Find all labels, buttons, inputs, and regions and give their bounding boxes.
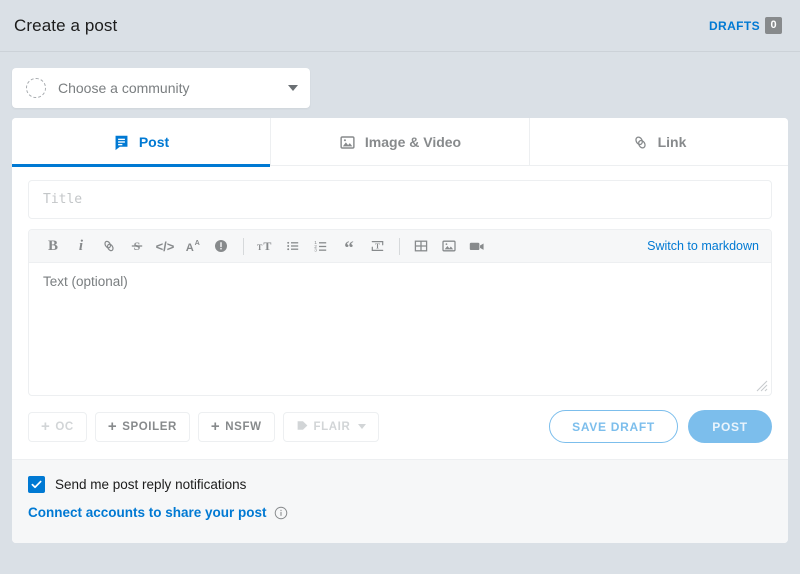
video-upload-icon[interactable] [465,234,489,258]
editor-toolbar: B i S </> A A T T 1 2 3 “ T Switch to ma… [29,230,771,263]
tab-image-video[interactable]: Image & Video [271,118,530,166]
tab-link-label: Link [657,134,687,150]
post-button[interactable]: POST [688,410,772,443]
switch-to-markdown-link[interactable]: Switch to markdown [647,239,761,253]
oc-tag-label: OC [55,420,74,433]
svg-text:3: 3 [314,247,317,253]
image-upload-icon[interactable] [437,234,461,258]
post-document-icon [113,134,130,151]
tab-post-label: Post [138,134,170,150]
tab-post[interactable]: Post [12,118,271,167]
rich-text-editor: B i S </> A A T T 1 2 3 “ T Switch to ma… [28,229,772,396]
create-post-page: Create a post DRAFTS 0 Choose a communit… [0,0,800,574]
page-title: Create a post [14,15,118,35]
svg-text:T: T [257,243,263,252]
plus-icon: + [41,418,51,435]
tab-image-video-label: Image & Video [364,134,462,150]
notify-checkbox[interactable] [28,476,45,493]
drafts-label[interactable]: DRAFTS [709,19,760,33]
post-body-placeholder: Text (optional) [43,274,128,289]
bold-icon[interactable]: B [41,234,65,258]
plus-icon: + [107,418,118,435]
community-selector[interactable]: Choose a community [12,68,310,108]
svg-text:A: A [186,242,194,254]
code-block-icon[interactable]: T [365,234,389,258]
connect-accounts-link[interactable]: Connect accounts to share your post [28,505,267,520]
bulleted-list-icon[interactable] [281,234,305,258]
table-icon[interactable] [409,234,433,258]
post-form: B i S </> [12,166,788,459]
numbered-list-icon[interactable]: 1 2 3 [309,234,333,258]
heading-icon[interactable]: T T [253,234,277,258]
create-post-card: Post Image & Video Link Title B i S </> … [12,118,788,543]
svg-text:T: T [375,242,380,250]
dashed-circle-avatar-icon [26,78,46,98]
connect-accounts-row: Connect accounts to share your post [28,505,772,520]
oc-tag-button[interactable]: + OC [28,411,87,442]
post-type-tabs: Post Image & Video Link [12,118,788,167]
plus-icon: + [210,418,221,435]
spoiler-tag-label: SPOILER [122,420,177,433]
nsfw-tag-label: NSFW [225,420,262,433]
italic-icon[interactable]: i [69,234,93,258]
chevron-down-icon [358,424,367,429]
link-icon[interactable] [97,234,121,258]
flair-label: FLAIR [313,420,351,433]
flair-button[interactable]: FLAIR [282,411,380,442]
save-draft-button[interactable]: SAVE DRAFT [549,410,678,443]
resize-grip-icon[interactable] [756,380,768,392]
post-actions-row: + OC + SPOILER + NSFW FLAIR SAVE DRAFT P… [28,410,772,447]
spoiler-tag-button[interactable]: + SPOILER [94,411,190,442]
chevron-down-icon [288,85,298,91]
drafts-control[interactable]: DRAFTS 0 [709,17,782,34]
tab-link[interactable]: Link [530,118,788,166]
spoiler-icon[interactable] [209,234,233,258]
link-chain-icon [632,134,649,151]
tag-icon [296,419,309,435]
svg-text:T: T [263,239,271,253]
toolbar-divider-2 [399,237,400,255]
toolbar-divider [243,237,244,255]
strikethrough-icon[interactable]: S [125,234,149,258]
post-options-footer: Send me post reply notifications Connect… [12,459,788,543]
info-circle-icon[interactable] [274,506,288,520]
inline-code-icon[interactable]: </> [153,234,177,258]
title-input[interactable] [28,180,772,219]
page-header: Create a post DRAFTS 0 [0,0,800,52]
svg-text:A: A [195,238,200,247]
post-body-editor[interactable]: Text (optional) [29,263,771,395]
notify-option-row: Send me post reply notifications [28,476,772,493]
community-placeholder-label: Choose a community [58,80,190,96]
notify-label: Send me post reply notifications [55,477,247,492]
superscript-icon[interactable]: A A [181,234,205,258]
checkmark-icon [31,480,42,489]
nsfw-tag-button[interactable]: + NSFW [197,411,275,442]
image-icon [339,134,356,151]
drafts-count-badge: 0 [765,17,782,34]
quote-block-icon[interactable]: “ [337,234,361,258]
